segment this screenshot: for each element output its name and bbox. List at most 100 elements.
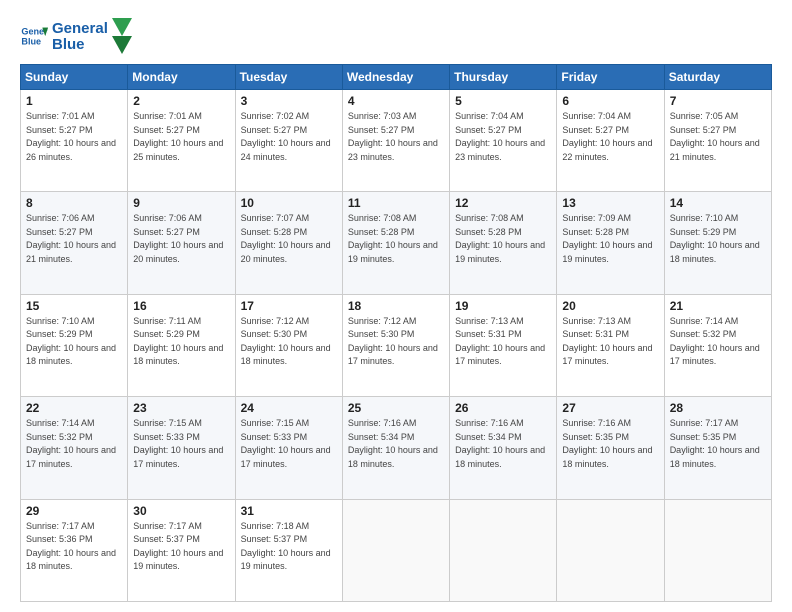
day-number: 10 — [241, 196, 338, 210]
day-number: 16 — [133, 299, 230, 313]
day-info: Sunrise: 7:13 AMSunset: 5:31 PMDaylight:… — [455, 316, 545, 367]
weekday-header-saturday: Saturday — [664, 65, 771, 90]
day-info: Sunrise: 7:01 AMSunset: 5:27 PMDaylight:… — [133, 111, 223, 162]
logo-blue: Blue — [52, 37, 108, 54]
day-number: 3 — [241, 94, 338, 108]
day-info: Sunrise: 7:16 AMSunset: 5:34 PMDaylight:… — [348, 418, 438, 469]
day-cell: 15 Sunrise: 7:10 AMSunset: 5:29 PMDaylig… — [21, 294, 128, 396]
day-cell: 16 Sunrise: 7:11 AMSunset: 5:29 PMDaylig… — [128, 294, 235, 396]
day-info: Sunrise: 7:16 AMSunset: 5:34 PMDaylight:… — [455, 418, 545, 469]
day-info: Sunrise: 7:07 AMSunset: 5:28 PMDaylight:… — [241, 213, 331, 264]
day-number: 24 — [241, 401, 338, 415]
day-number: 22 — [26, 401, 123, 415]
day-info: Sunrise: 7:14 AMSunset: 5:32 PMDaylight:… — [670, 316, 760, 367]
weekday-header-sunday: Sunday — [21, 65, 128, 90]
day-cell: 21 Sunrise: 7:14 AMSunset: 5:32 PMDaylig… — [664, 294, 771, 396]
day-cell: 22 Sunrise: 7:14 AMSunset: 5:32 PMDaylig… — [21, 397, 128, 499]
day-cell: 8 Sunrise: 7:06 AMSunset: 5:27 PMDayligh… — [21, 192, 128, 294]
day-cell — [450, 499, 557, 601]
day-info: Sunrise: 7:08 AMSunset: 5:28 PMDaylight:… — [455, 213, 545, 264]
day-cell: 10 Sunrise: 7:07 AMSunset: 5:28 PMDaylig… — [235, 192, 342, 294]
day-info: Sunrise: 7:08 AMSunset: 5:28 PMDaylight:… — [348, 213, 438, 264]
day-info: Sunrise: 7:14 AMSunset: 5:32 PMDaylight:… — [26, 418, 116, 469]
week-row-4: 22 Sunrise: 7:14 AMSunset: 5:32 PMDaylig… — [21, 397, 772, 499]
day-info: Sunrise: 7:01 AMSunset: 5:27 PMDaylight:… — [26, 111, 116, 162]
day-info: Sunrise: 7:15 AMSunset: 5:33 PMDaylight:… — [133, 418, 223, 469]
day-info: Sunrise: 7:02 AMSunset: 5:27 PMDaylight:… — [241, 111, 331, 162]
day-cell: 30 Sunrise: 7:17 AMSunset: 5:37 PMDaylig… — [128, 499, 235, 601]
day-info: Sunrise: 7:06 AMSunset: 5:27 PMDaylight:… — [133, 213, 223, 264]
day-info: Sunrise: 7:16 AMSunset: 5:35 PMDaylight:… — [562, 418, 652, 469]
day-number: 8 — [26, 196, 123, 210]
week-row-2: 8 Sunrise: 7:06 AMSunset: 5:27 PMDayligh… — [21, 192, 772, 294]
weekday-header-friday: Friday — [557, 65, 664, 90]
logo-arrow-icon — [112, 18, 132, 54]
day-info: Sunrise: 7:09 AMSunset: 5:28 PMDaylight:… — [562, 213, 652, 264]
day-number: 18 — [348, 299, 445, 313]
day-info: Sunrise: 7:17 AMSunset: 5:35 PMDaylight:… — [670, 418, 760, 469]
day-cell: 27 Sunrise: 7:16 AMSunset: 5:35 PMDaylig… — [557, 397, 664, 499]
weekday-header-row: SundayMondayTuesdayWednesdayThursdayFrid… — [21, 65, 772, 90]
day-info: Sunrise: 7:12 AMSunset: 5:30 PMDaylight:… — [348, 316, 438, 367]
day-number: 29 — [26, 504, 123, 518]
day-cell: 1 Sunrise: 7:01 AMSunset: 5:27 PMDayligh… — [21, 90, 128, 192]
day-cell: 29 Sunrise: 7:17 AMSunset: 5:36 PMDaylig… — [21, 499, 128, 601]
day-info: Sunrise: 7:03 AMSunset: 5:27 PMDaylight:… — [348, 111, 438, 162]
logo-general: General — [52, 21, 108, 38]
day-cell: 31 Sunrise: 7:18 AMSunset: 5:37 PMDaylig… — [235, 499, 342, 601]
day-cell: 26 Sunrise: 7:16 AMSunset: 5:34 PMDaylig… — [450, 397, 557, 499]
day-cell: 19 Sunrise: 7:13 AMSunset: 5:31 PMDaylig… — [450, 294, 557, 396]
day-cell: 13 Sunrise: 7:09 AMSunset: 5:28 PMDaylig… — [557, 192, 664, 294]
day-cell: 5 Sunrise: 7:04 AMSunset: 5:27 PMDayligh… — [450, 90, 557, 192]
day-info: Sunrise: 7:11 AMSunset: 5:29 PMDaylight:… — [133, 316, 223, 367]
weekday-header-tuesday: Tuesday — [235, 65, 342, 90]
day-number: 14 — [670, 196, 767, 210]
day-number: 4 — [348, 94, 445, 108]
day-info: Sunrise: 7:17 AMSunset: 5:36 PMDaylight:… — [26, 521, 116, 572]
day-cell: 23 Sunrise: 7:15 AMSunset: 5:33 PMDaylig… — [128, 397, 235, 499]
day-info: Sunrise: 7:10 AMSunset: 5:29 PMDaylight:… — [670, 213, 760, 264]
day-cell: 14 Sunrise: 7:10 AMSunset: 5:29 PMDaylig… — [664, 192, 771, 294]
day-number: 27 — [562, 401, 659, 415]
day-number: 6 — [562, 94, 659, 108]
day-cell — [557, 499, 664, 601]
day-number: 23 — [133, 401, 230, 415]
calendar-table: SundayMondayTuesdayWednesdayThursdayFrid… — [20, 64, 772, 602]
svg-text:Blue: Blue — [21, 36, 41, 46]
day-cell: 24 Sunrise: 7:15 AMSunset: 5:33 PMDaylig… — [235, 397, 342, 499]
day-info: Sunrise: 7:06 AMSunset: 5:27 PMDaylight:… — [26, 213, 116, 264]
day-cell: 20 Sunrise: 7:13 AMSunset: 5:31 PMDaylig… — [557, 294, 664, 396]
day-cell: 28 Sunrise: 7:17 AMSunset: 5:35 PMDaylig… — [664, 397, 771, 499]
weekday-header-wednesday: Wednesday — [342, 65, 449, 90]
day-number: 15 — [26, 299, 123, 313]
weekday-header-thursday: Thursday — [450, 65, 557, 90]
day-number: 28 — [670, 401, 767, 415]
day-cell — [342, 499, 449, 601]
day-number: 9 — [133, 196, 230, 210]
day-cell: 2 Sunrise: 7:01 AMSunset: 5:27 PMDayligh… — [128, 90, 235, 192]
logo-icon: General Blue — [20, 22, 48, 50]
day-cell: 6 Sunrise: 7:04 AMSunset: 5:27 PMDayligh… — [557, 90, 664, 192]
day-number: 31 — [241, 504, 338, 518]
day-number: 20 — [562, 299, 659, 313]
day-cell — [664, 499, 771, 601]
day-number: 21 — [670, 299, 767, 313]
day-number: 1 — [26, 94, 123, 108]
header: General Blue General Blue — [20, 18, 772, 54]
day-info: Sunrise: 7:17 AMSunset: 5:37 PMDaylight:… — [133, 521, 223, 572]
day-info: Sunrise: 7:05 AMSunset: 5:27 PMDaylight:… — [670, 111, 760, 162]
day-cell: 12 Sunrise: 7:08 AMSunset: 5:28 PMDaylig… — [450, 192, 557, 294]
day-info: Sunrise: 7:04 AMSunset: 5:27 PMDaylight:… — [455, 111, 545, 162]
week-row-1: 1 Sunrise: 7:01 AMSunset: 5:27 PMDayligh… — [21, 90, 772, 192]
day-number: 26 — [455, 401, 552, 415]
week-row-5: 29 Sunrise: 7:17 AMSunset: 5:36 PMDaylig… — [21, 499, 772, 601]
day-number: 5 — [455, 94, 552, 108]
day-number: 25 — [348, 401, 445, 415]
day-cell: 25 Sunrise: 7:16 AMSunset: 5:34 PMDaylig… — [342, 397, 449, 499]
day-number: 17 — [241, 299, 338, 313]
day-info: Sunrise: 7:04 AMSunset: 5:27 PMDaylight:… — [562, 111, 652, 162]
day-info: Sunrise: 7:12 AMSunset: 5:30 PMDaylight:… — [241, 316, 331, 367]
day-number: 13 — [562, 196, 659, 210]
day-cell: 3 Sunrise: 7:02 AMSunset: 5:27 PMDayligh… — [235, 90, 342, 192]
day-cell: 18 Sunrise: 7:12 AMSunset: 5:30 PMDaylig… — [342, 294, 449, 396]
